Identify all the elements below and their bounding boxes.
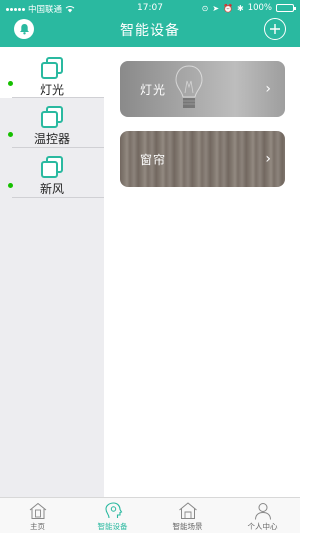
chevron-right-icon: ›: [265, 151, 271, 167]
tab-home[interactable]: 主页: [0, 498, 75, 533]
bluetooth-icon: ✱: [236, 3, 244, 13]
tab-scene[interactable]: 智能场景: [150, 498, 225, 533]
alarm-icon: ⏰: [223, 3, 233, 13]
tab-label: 个人中心: [247, 522, 278, 531]
location-icon: ➤: [212, 3, 220, 13]
user-icon: [254, 503, 271, 520]
battery-percent: 100%: [247, 3, 272, 13]
add-device-button[interactable]: [264, 18, 286, 40]
sidebar-item-light[interactable]: 灯光: [0, 47, 104, 98]
online-status-dot: [8, 81, 13, 86]
bottom-tab-bar: 主页 智能设备 智能场景 个人中心: [0, 497, 300, 533]
online-status-dot: [8, 183, 13, 188]
home-icon: [29, 502, 46, 519]
tab-label: 智能场景: [172, 522, 203, 531]
device-card-label: 灯光: [140, 82, 167, 97]
scene-icon: [178, 502, 197, 519]
page-title: 智能设备: [120, 23, 180, 39]
device-icon: [41, 106, 63, 128]
plus-icon: [270, 24, 280, 34]
tab-label: 主页: [30, 522, 45, 531]
device-icon: [41, 57, 63, 79]
lock-rotation-icon: ⊙: [201, 3, 209, 13]
device-icon: [41, 156, 63, 178]
online-status-dot: [8, 132, 13, 137]
divider: [12, 197, 104, 198]
status-bar: 中国联通 17:07 ⊙ ➤ ⏰ ✱ 100%: [0, 2, 300, 16]
battery-icon: [276, 4, 296, 12]
smart-device-icon: [104, 502, 122, 519]
device-card-label: 窗帘: [140, 152, 167, 167]
device-list: 灯光 › 窗帘 ›: [104, 47, 300, 497]
device-card-light[interactable]: 灯光 ›: [120, 61, 285, 117]
tab-profile[interactable]: 个人中心: [225, 498, 300, 533]
device-card-curtain[interactable]: 窗帘 ›: [120, 131, 285, 187]
light-bulb-image: [175, 65, 203, 108]
sidebar-item-fresh-air[interactable]: 新风: [0, 148, 104, 198]
chevron-right-icon: ›: [265, 81, 271, 97]
sidebar-item-thermostat[interactable]: 温控器: [0, 98, 104, 148]
header-bar: 中国联通 17:07 ⊙ ➤ ⏰ ✱ 100% 智能设备: [0, 0, 300, 47]
sidebar-item-label: 灯光: [39, 83, 64, 97]
tab-smart-device[interactable]: 智能设备: [75, 498, 150, 533]
sidebar-item-label: 新风: [39, 182, 64, 196]
device-category-sidebar: 灯光 温控器 新风: [0, 47, 104, 497]
sidebar-item-label: 温控器: [33, 132, 70, 146]
tab-label: 智能设备: [97, 522, 128, 531]
